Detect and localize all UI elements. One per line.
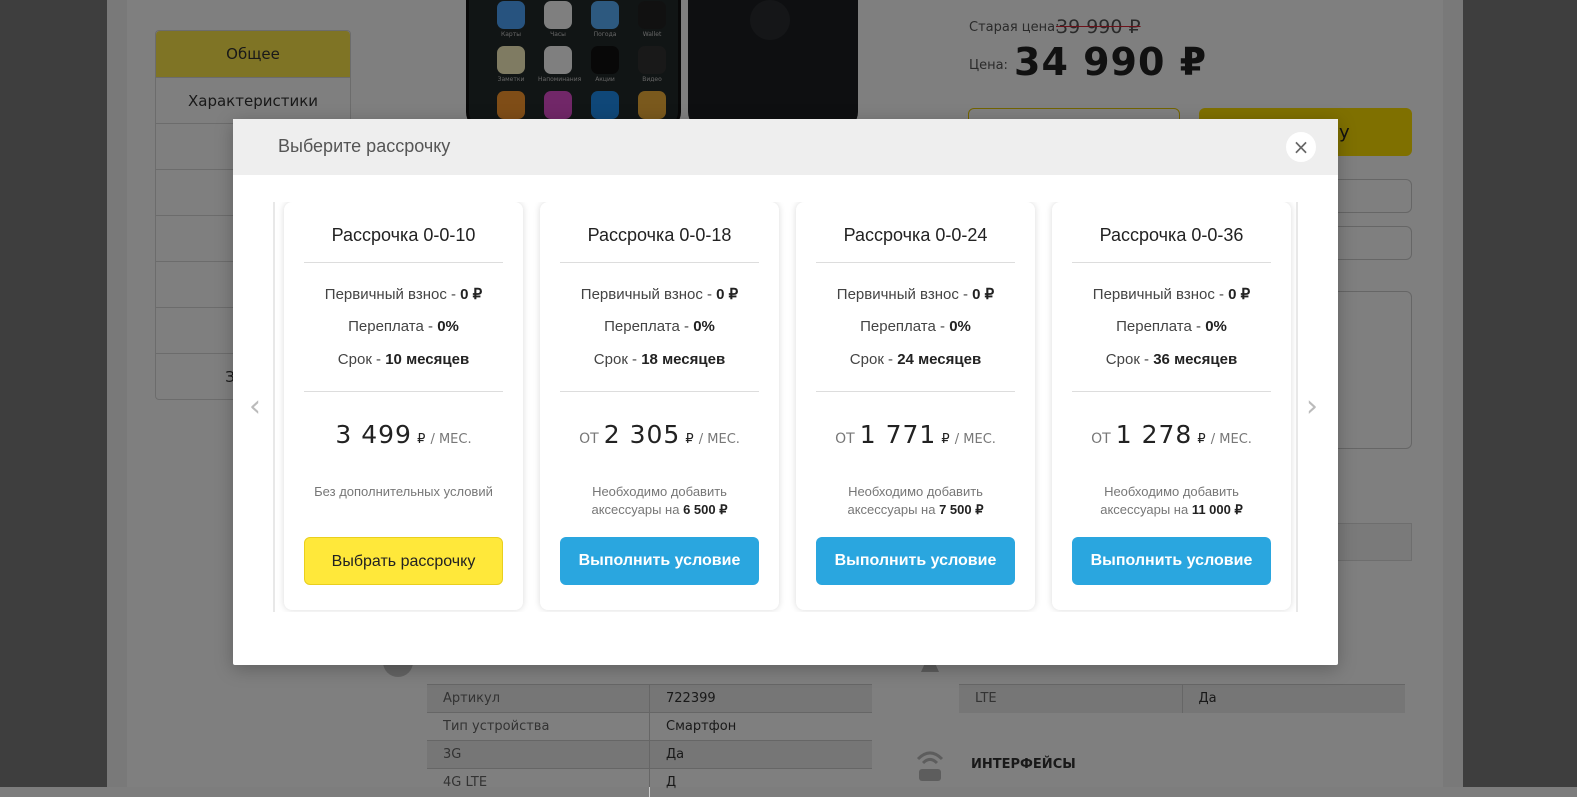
close-icon: × [1292,135,1310,159]
down-payment: Первичный взнос - 0 ₽ [1052,285,1291,303]
fulfill-condition-button[interactable]: Выполнить условие [1072,537,1271,585]
modal-title: Выберите рассрочку [278,136,451,156]
down-payment-value: 0 ₽ [972,286,995,303]
down-payment-value: 0 ₽ [716,286,739,303]
down-payment: Первичный взнос - 0 ₽ [796,285,1035,303]
choose-installment-button[interactable]: Выбрать рассрочку [304,537,503,585]
per-month: / МЕС. [430,432,472,447]
currency-sign: ₽ [417,432,426,447]
divider [1072,262,1271,263]
divider [816,391,1015,392]
modal-header: Выберите рассрочку × [233,119,1338,175]
overpayment-value: 0% [437,318,459,335]
divider [560,262,759,263]
condition-note: Необходимо добавить аксессуары на 11 000… [1082,483,1261,519]
term-value: 24 месяцев [897,351,982,368]
card-title: Рассрочка 0-0-10 [331,225,476,245]
card-title: Рассрочка 0-0-24 [843,225,988,245]
overpayment: Переплата - 0% [540,318,779,335]
currency-sign: ₽ [1197,432,1206,447]
down-payment-label: Первичный взнос - [580,286,717,303]
term: Срок - 18 месяцев [540,351,779,368]
term: Срок - 10 месяцев [284,351,523,368]
overpayment-label: Переплата - [348,318,438,335]
note-value: 6 500 ₽ [683,502,728,517]
overpayment: Переплата - 0% [1052,318,1291,335]
condition-note: Необходимо добавить аксессуары на 6 500 … [570,483,749,519]
installment-card: Рассрочка 0-0-36 Первичный взнос - 0 ₽ Пер… [1052,202,1291,610]
note-value: 7 500 ₽ [939,502,984,517]
from-label: ОТ [1091,431,1111,447]
term-label: Срок - [1105,351,1154,368]
divider [304,391,503,392]
card-title: Рассрочка 0-0-18 [587,225,732,245]
down-payment: Первичный взнос - 0 ₽ [540,285,779,303]
overpayment-value: 0% [1205,318,1227,335]
close-button[interactable]: × [1286,132,1316,162]
divider [560,391,759,392]
condition-note: Без дополнительных условий [314,483,493,501]
term-label: Срок - [849,351,898,368]
overpayment: Переплата - 0% [284,318,523,335]
term-value: 10 месяцев [385,351,470,368]
per-month: / МЕС. [1210,432,1252,447]
down-payment-value: 0 ₽ [1228,286,1251,303]
per-month: / МЕС. [954,432,996,447]
down-payment-label: Первичный взнос - [1092,286,1229,303]
fulfill-condition-button[interactable]: Выполнить условие [816,537,1015,585]
installment-card: Рассрочка 0-0-18 Первичный взнос - 0 ₽ Пер… [540,202,779,610]
installment-card: Рассрочка 0-0-10 Первичный взнос - 0 ₽ Пер… [284,202,523,610]
monthly-payment: ОТ 2 305 ₽ / МЕС. [540,420,779,449]
down-payment-value: 0 ₽ [460,286,483,303]
card-title: Рассрочка 0-0-36 [1099,225,1244,245]
next-arrow-icon[interactable]: › [1306,389,1318,424]
from-label: ОТ [579,431,599,447]
term-value: 18 месяцев [641,351,726,368]
payment-amount: 1 278 [1115,420,1193,449]
note-text: Без дополнительных условий [314,484,493,499]
condition-note: Необходимо добавить аксессуары на 7 500 … [826,483,1005,519]
overpayment: Переплата - 0% [796,318,1035,335]
term-value: 36 месяцев [1153,351,1238,368]
divider [304,262,503,263]
fulfill-condition-button[interactable]: Выполнить условие [560,537,759,585]
term: Срок - 36 месяцев [1052,351,1291,368]
payment-amount: 3 499 [335,420,412,449]
divider [1072,391,1271,392]
note-value: 11 000 ₽ [1191,502,1243,517]
currency-sign: ₽ [941,432,950,447]
down-payment: Первичный взнос - 0 ₽ [284,285,523,303]
down-payment-label: Первичный взнос - [836,286,973,303]
currency-sign: ₽ [685,432,694,447]
payment-amount: 2 305 [603,420,681,449]
overpayment-label: Переплата - [604,318,694,335]
monthly-payment: 3 499 ₽ / МЕС. [284,420,523,449]
divider [816,262,1015,263]
monthly-payment: ОТ 1 771 ₽ / МЕС. [796,420,1035,449]
installment-carousel: Рассрочка 0-0-10 Первичный взнос - 0 ₽ Пер… [273,202,1298,612]
term-label: Срок - [593,351,642,368]
installment-modal: Выберите рассрочку × ‹ › Рассрочка 0-0-1… [233,119,1338,665]
installment-card: Рассрочка 0-0-24 Первичный взнос - 0 ₽ Пер… [796,202,1035,610]
down-payment-label: Первичный взнос - [324,286,461,303]
overpayment-value: 0% [949,318,971,335]
prev-arrow-icon[interactable]: ‹ [249,389,261,424]
per-month: / МЕС. [698,432,740,447]
overpayment-label: Переплата - [860,318,950,335]
overpayment-label: Переплата - [1116,318,1206,335]
term: Срок - 24 месяцев [796,351,1035,368]
payment-amount: 1 771 [859,420,937,449]
monthly-payment: ОТ 1 278 ₽ / МЕС. [1052,420,1291,449]
term-label: Срок - [337,351,386,368]
from-label: ОТ [835,431,855,447]
overpayment-value: 0% [693,318,715,335]
